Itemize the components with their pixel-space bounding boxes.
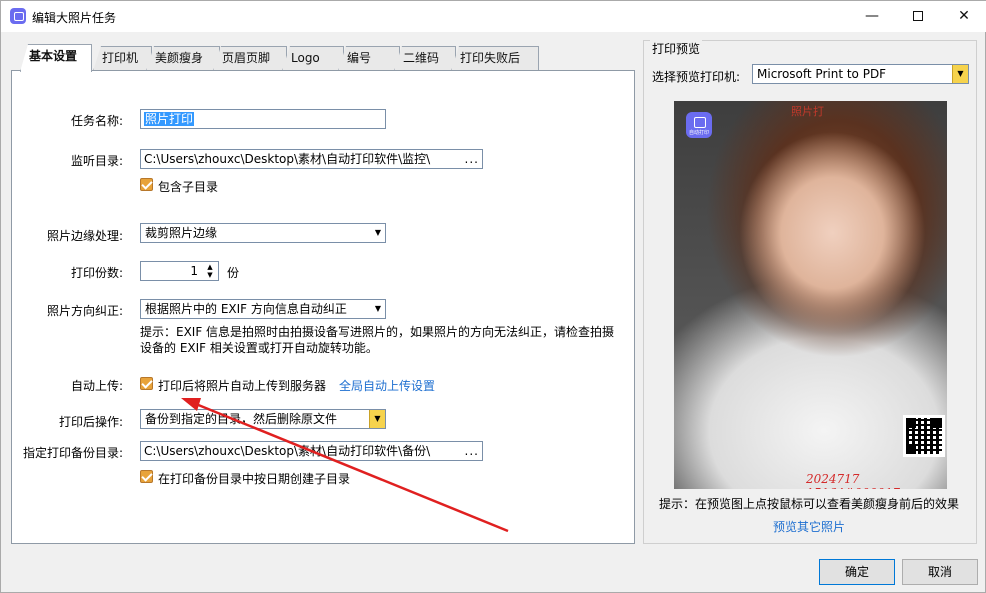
annotation-arrow-head (181, 398, 201, 411)
annotation-arrow-line (190, 400, 509, 533)
dialog-window: 编辑大照片任务 — ✕ 基本设置 打印机 美颜瘦身 页眉页脚 Logo 编号 二… (0, 0, 986, 593)
annotation-arrow (181, 398, 509, 533)
tab-basic-settings[interactable]: 基本设置 (20, 44, 92, 72)
